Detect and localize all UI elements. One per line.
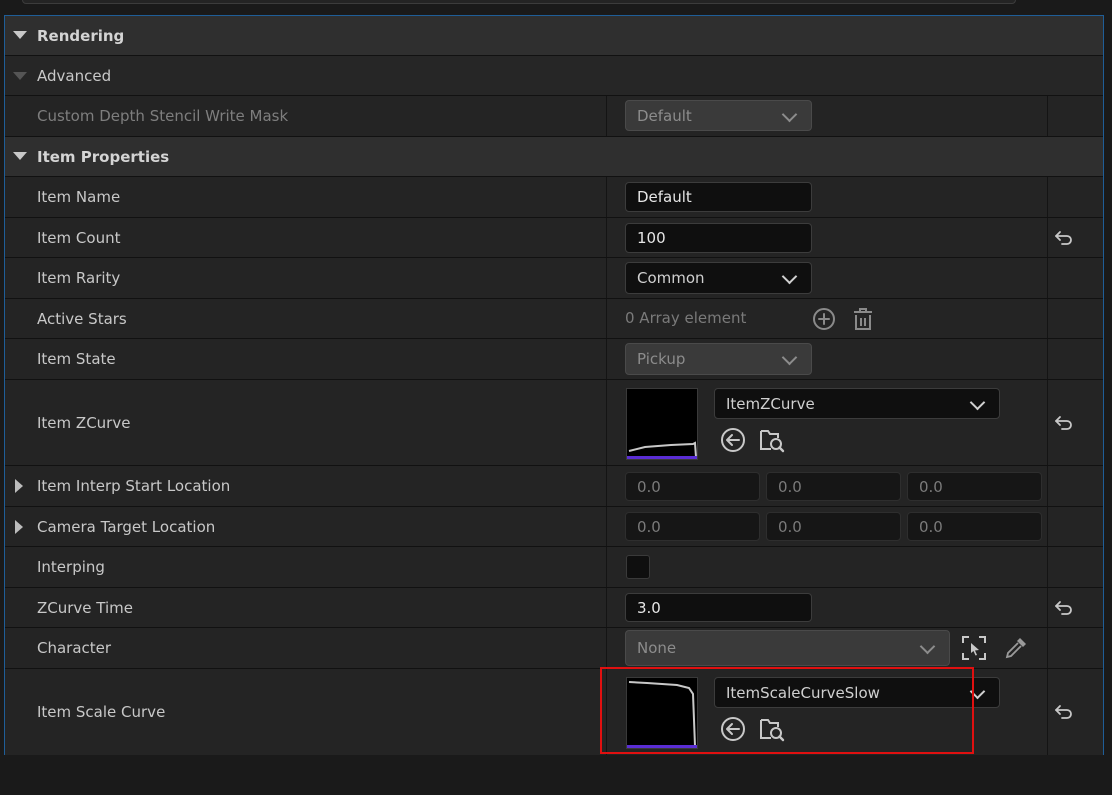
chevron-down-icon [919, 638, 936, 655]
curve-color-bar [627, 456, 697, 459]
property-row-interp-start: Item Interp Start Location 0.0 0.0 0.0 [5, 466, 1103, 507]
chevron-down-icon [781, 268, 798, 285]
property-label: Interping [37, 558, 105, 576]
y-input[interactable]: 0.0 [766, 472, 901, 501]
property-row-zcurve-time: ZCurve Time 3.0 [5, 588, 1103, 628]
expand-arrow-icon[interactable] [15, 520, 23, 534]
dropdown-value: Pickup [637, 350, 686, 368]
item-count-input[interactable]: 100 [625, 223, 812, 253]
property-row-camera-target: Camera Target Location 0.0 0.0 0.0 [5, 507, 1103, 547]
browse-folder-icon[interactable] [759, 716, 785, 742]
use-selected-arrow-icon[interactable] [720, 427, 746, 453]
dropdown-value: ItemZCurve [726, 394, 815, 413]
curve-thumbnail[interactable] [626, 388, 698, 460]
zcurve-time-input[interactable]: 3.0 [625, 593, 812, 622]
chevron-down-icon [969, 683, 986, 699]
add-circle-icon[interactable] [812, 307, 836, 331]
property-label: Custom Depth Stencil Write Mask [37, 107, 289, 125]
property-label: Item ZCurve [37, 413, 131, 432]
z-input[interactable]: 0.0 [907, 512, 1042, 541]
property-row-custom-depth: Custom Depth Stencil Write Mask Default [5, 96, 1103, 137]
dropdown-value: ItemScaleCurveSlow [726, 683, 880, 702]
chevron-down-icon [781, 106, 798, 122]
property-row-item-rarity: Item Rarity Common [5, 258, 1103, 299]
category-title: Rendering [37, 26, 125, 45]
property-row-item-count: Item Count 100 [5, 218, 1103, 258]
property-label: Active Stars [37, 309, 127, 328]
property-row-interping: Interping [5, 547, 1103, 588]
details-panel: Rendering Advanced Custom Depth Stencil … [4, 15, 1104, 755]
collapse-arrow-icon[interactable] [13, 72, 27, 80]
dropdown-value: None [637, 639, 677, 657]
item-state-dropdown[interactable]: Pickup [625, 343, 812, 375]
expand-arrow-icon[interactable] [15, 479, 23, 493]
curve-thumbnail[interactable] [626, 677, 698, 749]
reset-arrow-icon[interactable] [1054, 702, 1074, 722]
property-row-character: Character None [5, 628, 1103, 669]
category-rendering[interactable]: Rendering [5, 16, 1103, 56]
property-row-active-stars: Active Stars 0 Array element [5, 299, 1103, 339]
item-name-input[interactable]: Default [625, 182, 812, 212]
collapse-arrow-icon[interactable] [13, 31, 27, 39]
top-bar [0, 0, 1112, 15]
property-label: Character [37, 639, 112, 657]
item-rarity-dropdown[interactable]: Common [625, 262, 812, 294]
property-label: Item Interp Start Location [37, 477, 231, 495]
use-selected-arrow-icon[interactable] [720, 716, 746, 742]
x-input[interactable]: 0.0 [625, 472, 760, 501]
property-row-item-state: Item State Pickup [5, 339, 1103, 380]
collapse-arrow-icon[interactable] [13, 152, 27, 160]
property-row-item-zcurve: Item ZCurve ItemZCurve [5, 380, 1103, 466]
search-strip[interactable] [22, 0, 1016, 4]
category-title: Item Properties [37, 147, 170, 166]
property-row-item-scale-curve: Item Scale Curve ItemScaleCurveSlow [5, 669, 1103, 755]
property-label: Item Count [37, 228, 121, 247]
property-label: ZCurve Time [37, 598, 134, 617]
eyedropper-icon[interactable] [1003, 635, 1029, 661]
property-label: Item Rarity [37, 269, 121, 287]
curve-preview-graphic [628, 681, 696, 747]
curve-preview-graphic [628, 441, 697, 458]
item-scale-curve-asset-dropdown[interactable]: ItemScaleCurveSlow [714, 677, 1000, 708]
item-zcurve-asset-dropdown[interactable]: ItemZCurve [714, 388, 1000, 419]
category-item-properties[interactable]: Item Properties [5, 137, 1103, 177]
panel-empty-area [0, 755, 1112, 795]
dropdown-value: Common [637, 269, 705, 287]
chevron-down-icon [781, 349, 798, 366]
character-actor-dropdown[interactable]: None [625, 630, 950, 666]
array-count-text: 0 Array element [625, 309, 747, 327]
subcategory-title: Advanced [37, 66, 112, 85]
property-label: Camera Target Location [37, 517, 216, 536]
subcategory-advanced[interactable]: Advanced [5, 56, 1103, 96]
reset-arrow-icon[interactable] [1054, 598, 1074, 618]
trash-icon[interactable] [852, 307, 874, 331]
property-label: Item State [37, 350, 116, 368]
property-label: Item Scale Curve [37, 703, 166, 721]
custom-depth-dropdown[interactable]: Default [625, 100, 812, 131]
pick-actor-icon[interactable] [961, 635, 987, 661]
z-input[interactable]: 0.0 [907, 472, 1042, 501]
property-label: Item Name [37, 188, 121, 206]
y-input[interactable]: 0.0 [766, 512, 901, 541]
x-input[interactable]: 0.0 [625, 512, 760, 541]
chevron-down-icon [969, 394, 986, 410]
reset-arrow-icon[interactable] [1054, 228, 1074, 248]
reset-arrow-icon[interactable] [1054, 413, 1074, 433]
interping-checkbox[interactable] [626, 555, 650, 579]
dropdown-value: Default [637, 106, 692, 125]
curve-color-bar [627, 745, 697, 748]
browse-folder-icon[interactable] [759, 427, 785, 453]
property-row-item-name: Item Name Default [5, 177, 1103, 218]
